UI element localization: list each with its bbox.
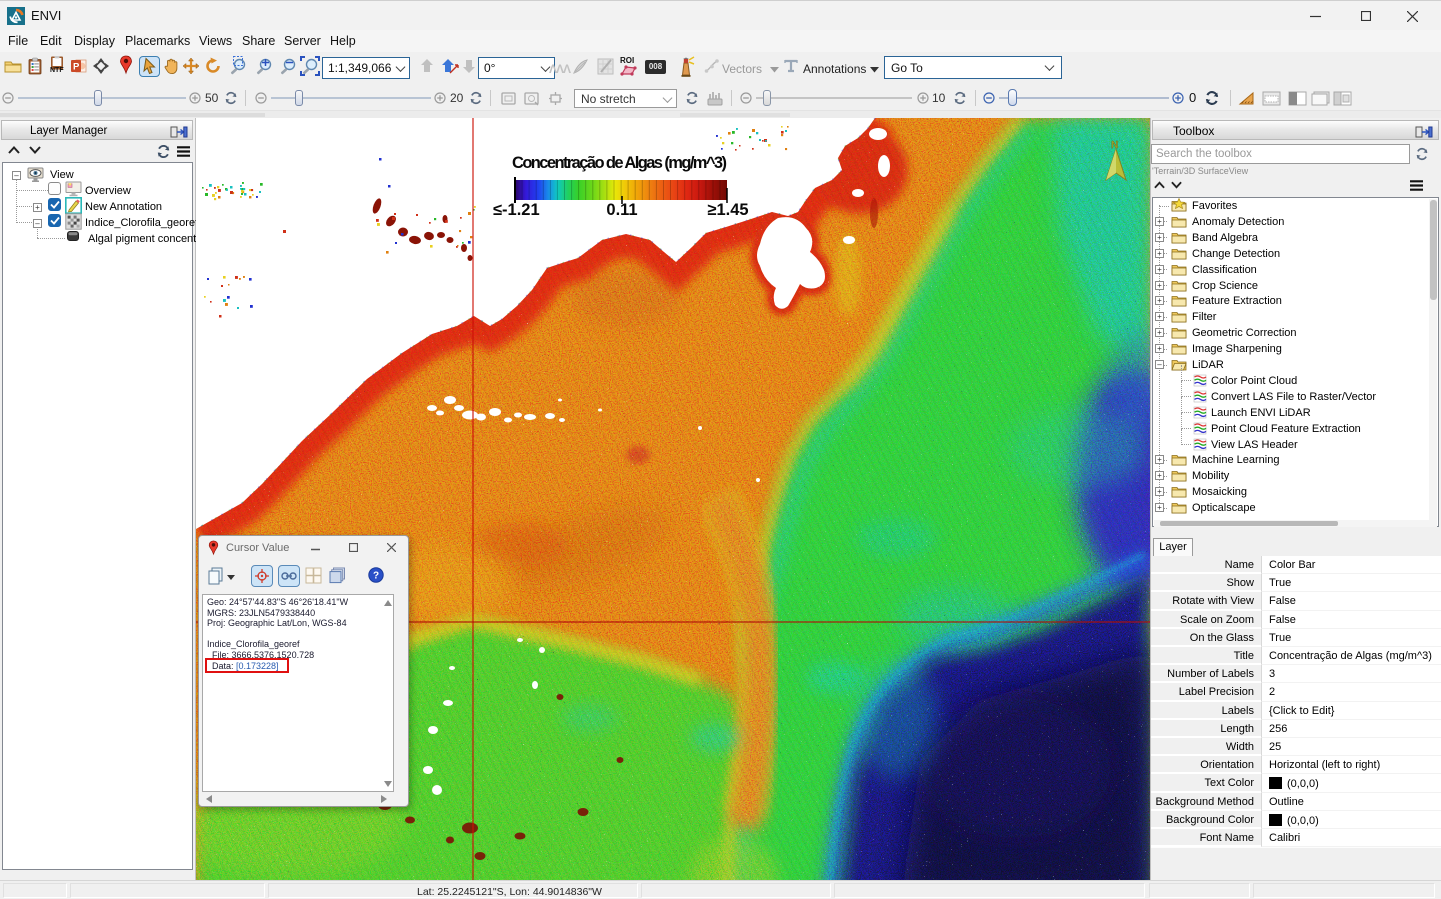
svg-text:N: N <box>1111 140 1118 151</box>
svg-text:?: ? <box>373 571 379 582</box>
svg-text:Concentração de Algas (mg/m^3): Concentração de Algas (mg/m^3) <box>512 154 727 172</box>
svg-text:≤-1.21: ≤-1.21 <box>493 201 540 219</box>
svg-text:0.11: 0.11 <box>606 201 637 219</box>
svg-text:≥1.45: ≥1.45 <box>707 201 748 219</box>
